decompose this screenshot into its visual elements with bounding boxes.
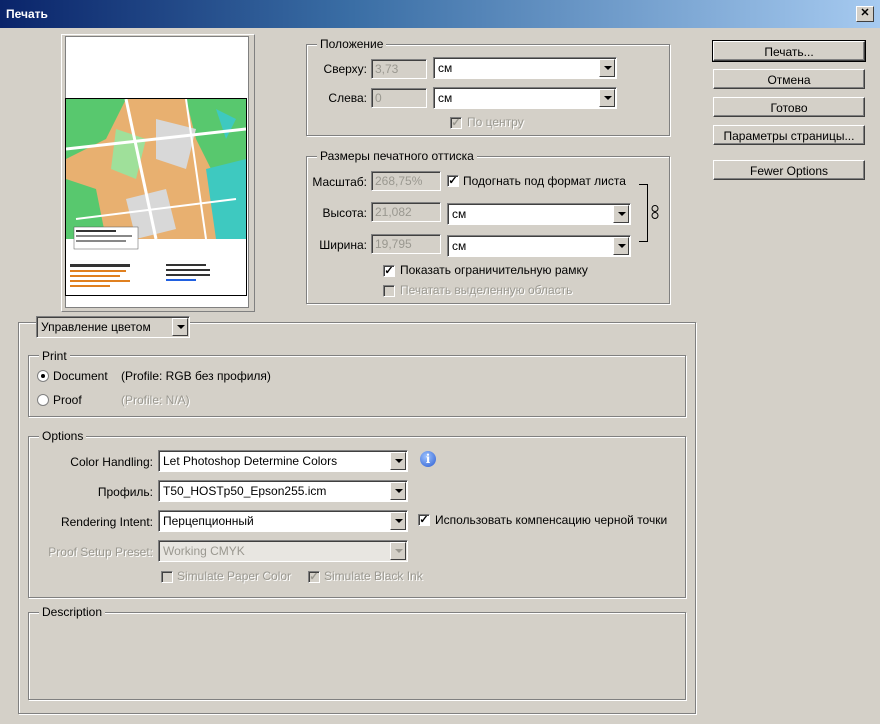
height-input[interactable]: 21,082	[371, 202, 441, 222]
chevron-down-icon[interactable]	[172, 318, 188, 336]
proof-preset-select[interactable]: Working CMYK	[158, 540, 408, 562]
height-label: Высота:	[322, 206, 367, 220]
chevron-down-icon[interactable]	[613, 205, 629, 223]
mode-select[interactable]: Управление цветом	[36, 316, 190, 338]
bounding-box-checkbox[interactable]: ✓	[383, 265, 395, 277]
proof-radio[interactable]	[37, 394, 49, 406]
black-point-checkbox[interactable]: ✓	[418, 514, 430, 526]
print-dialog: Печать... Отмена Готово Параметры страни…	[3, 28, 877, 722]
rendering-intent-label: Rendering Intent:	[60, 515, 153, 529]
left-input[interactable]: 0	[371, 88, 427, 108]
left-label: Слева:	[328, 91, 367, 105]
black-point-label: Использовать компенсацию черной точки	[435, 513, 668, 527]
description-legend: Description	[39, 605, 106, 619]
fit-label: Подогнать под формат листа	[463, 174, 626, 188]
profile-label: Профиль:	[97, 485, 153, 499]
page-setup-button[interactable]: Параметры страницы...	[713, 125, 865, 145]
color-handling-select[interactable]: Let Photoshop Determine Colors	[158, 450, 408, 472]
print-button[interactable]: Печать...	[712, 40, 866, 62]
bounding-box-label: Показать ограничительную рамку	[400, 263, 588, 277]
fewer-options-button[interactable]: Fewer Options	[713, 160, 865, 180]
selected-area-checkbox[interactable]	[383, 285, 395, 297]
scale-label: Масштаб:	[312, 175, 367, 189]
width-label: Ширина:	[319, 238, 367, 252]
simulate-ink-checkbox[interactable]: ✓	[308, 571, 320, 583]
proof-label: Proof	[53, 393, 82, 407]
mode-select-value: Управление цветом	[41, 320, 151, 334]
proof-preset-label: Proof Setup Preset:	[48, 545, 153, 559]
map-thumbnail	[65, 98, 247, 287]
description-group	[28, 612, 686, 700]
document-profile: (Profile: RGB без профиля)	[121, 369, 271, 383]
rendering-intent-select[interactable]: Перцепционный	[158, 510, 408, 532]
simulate-ink-label: Simulate Black Ink	[324, 569, 423, 583]
print-size-legend: Размеры печатного оттиска	[317, 149, 477, 163]
chevron-down-icon[interactable]	[613, 237, 629, 255]
top-label: Сверху:	[323, 62, 367, 76]
title-bar	[0, 0, 880, 28]
top-input[interactable]: 3,73	[371, 59, 427, 79]
width-unit-select[interactable]: см	[447, 235, 631, 257]
chevron-down-icon[interactable]	[390, 452, 406, 470]
done-button[interactable]: Готово	[713, 97, 865, 117]
link-bracket	[639, 184, 648, 242]
print-legend: Print	[39, 349, 70, 363]
color-handling-value: Let Photoshop Determine Colors	[163, 454, 338, 468]
position-legend: Положение	[317, 37, 387, 51]
info-icon[interactable]: i	[420, 451, 436, 467]
center-label: По центру	[467, 115, 524, 129]
chevron-down-icon[interactable]	[390, 542, 406, 560]
color-handling-label: Color Handling:	[70, 455, 153, 469]
height-unit-select[interactable]: см	[447, 203, 631, 225]
options-legend: Options	[39, 429, 87, 443]
center-checkbox[interactable]: ✓	[450, 117, 462, 129]
width-input[interactable]: 19,795	[371, 234, 441, 254]
window-title: Печать	[6, 7, 48, 21]
document-radio[interactable]	[37, 370, 49, 382]
selected-area-label: Печатать выделенную область	[400, 283, 573, 297]
profile-select[interactable]: T50_HOSTp50_Epson255.icm	[158, 480, 408, 502]
proof-preset-value: Working CMYK	[163, 544, 245, 558]
top-unit-select[interactable]: см	[433, 57, 617, 79]
chevron-down-icon[interactable]	[390, 482, 406, 500]
preview-image[interactable]	[65, 98, 247, 296]
left-unit-value: см	[438, 91, 453, 105]
simulate-paper-checkbox[interactable]	[161, 571, 173, 583]
proof-profile: (Profile: N/A)	[121, 393, 190, 407]
top-unit-value: см	[438, 61, 453, 75]
chevron-down-icon[interactable]	[599, 89, 615, 107]
close-button[interactable]: ✕	[856, 6, 874, 22]
simulate-paper-label: Simulate Paper Color	[177, 569, 292, 583]
width-unit-value: см	[452, 239, 467, 253]
left-unit-select[interactable]: см	[433, 87, 617, 109]
profile-value: T50_HOSTp50_Epson255.icm	[163, 484, 327, 498]
cancel-button[interactable]: Отмена	[713, 69, 865, 89]
rendering-intent-value: Перцепционный	[163, 514, 254, 528]
print-group	[28, 355, 686, 417]
fit-checkbox[interactable]: ✓	[447, 175, 459, 187]
height-unit-value: см	[452, 207, 467, 221]
scale-input[interactable]: 268,75%	[371, 171, 441, 191]
document-label: Document	[53, 369, 108, 383]
chevron-down-icon[interactable]	[390, 512, 406, 530]
chain-link-icon[interactable]	[651, 205, 659, 222]
chevron-down-icon[interactable]	[599, 59, 615, 77]
